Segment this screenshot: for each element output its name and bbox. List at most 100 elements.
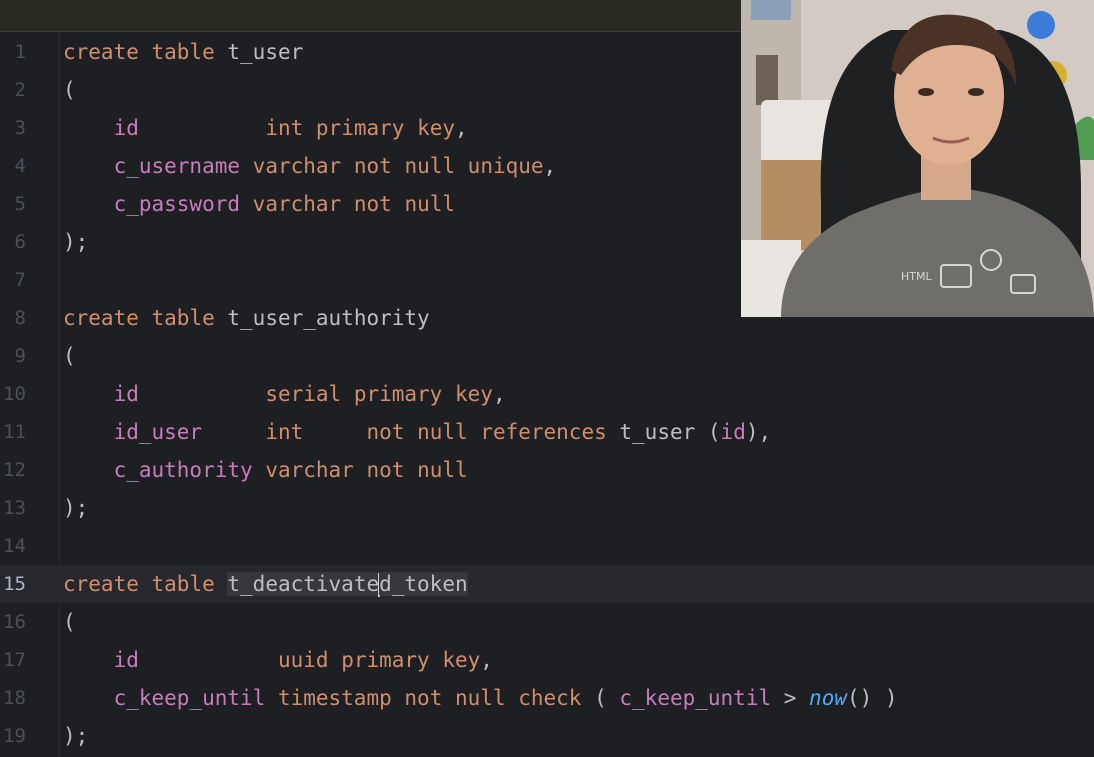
code-line[interactable]: 10 id serial primary key,	[0, 375, 1094, 413]
line-number: 17	[3, 649, 26, 671]
code-token: id_user	[113, 420, 203, 444]
code-line[interactable]: 15 create table t_deactivated_token	[0, 565, 1094, 603]
code-token: t_user	[227, 40, 304, 64]
code-token: int	[265, 420, 304, 444]
code-token: c_keep_until	[619, 686, 772, 710]
code-text[interactable]: c_username varchar not null unique,	[63, 147, 557, 185]
code-text[interactable]: (	[63, 71, 76, 109]
code-token: table	[151, 572, 215, 596]
code-text[interactable]: c_password varchar not null	[63, 185, 455, 223]
line-number: 14	[3, 535, 26, 557]
code-token: () )	[846, 686, 898, 710]
code-token: key	[417, 116, 456, 140]
code-token: c_password	[113, 192, 241, 216]
code-token: primary	[341, 648, 430, 672]
code-token: create	[63, 572, 139, 596]
code-token: not	[353, 192, 392, 216]
line-number: 5	[14, 193, 26, 215]
code-text[interactable]: id_user int not null references t_user (…	[63, 413, 772, 451]
line-number: 12	[3, 459, 26, 481]
code-token: timestamp	[277, 686, 392, 710]
code-line[interactable]: 9(	[0, 337, 1094, 375]
code-line[interactable]: 16 (	[0, 603, 1094, 641]
code-token: not	[353, 154, 392, 178]
code-token: id	[113, 382, 139, 406]
code-token: );	[63, 230, 89, 254]
code-token: );	[63, 724, 89, 748]
line-number: 18	[3, 687, 26, 709]
line-number: 6	[14, 231, 26, 253]
line-number: 3	[14, 117, 26, 139]
code-token: unique	[467, 154, 544, 178]
code-token: key	[455, 382, 493, 406]
line-number: 19	[3, 725, 26, 747]
code-token: id	[720, 420, 746, 444]
code-text[interactable]: create table t_deactivated_token	[63, 565, 468, 603]
code-text[interactable]: id int primary key,	[63, 109, 468, 147]
code-token: (	[581, 686, 620, 710]
line-number: 10	[3, 383, 26, 405]
shirt-print-text: HTML	[901, 270, 932, 283]
code-token: null	[404, 154, 456, 178]
code-text[interactable]: c_keep_until timestamp not null check ( …	[63, 679, 898, 717]
code-token: varchar	[265, 458, 354, 482]
code-text[interactable]: c_authority varchar not null	[63, 451, 468, 489]
code-text[interactable]: );	[63, 223, 88, 261]
code-text[interactable]: (	[63, 603, 76, 641]
code-text[interactable]: (	[63, 337, 76, 375]
code-text[interactable]: create table t_user_authority	[63, 299, 430, 337]
code-token: (	[63, 610, 76, 634]
code-text[interactable]: id serial primary key,	[63, 375, 506, 413]
code-token: create	[63, 306, 139, 330]
code-token: ,	[455, 116, 468, 140]
presenter-video-image: HTML	[741, 0, 1094, 317]
code-token: ,	[492, 382, 506, 406]
line-number: 16	[3, 611, 26, 633]
code-line[interactable]: 12 c_authority varchar not null	[0, 451, 1094, 489]
line-number: 4	[14, 155, 26, 177]
code-token: uuid	[277, 648, 329, 672]
code-text[interactable]: );	[63, 489, 88, 527]
code-token: id	[113, 116, 139, 140]
code-line[interactable]: 11 id_user int not null references t_use…	[0, 413, 1094, 451]
code-text[interactable]: );	[63, 717, 88, 755]
code-line[interactable]: 14	[0, 527, 1094, 565]
code-token: check	[518, 686, 582, 710]
code-token: table	[151, 306, 215, 330]
code-token: t_user	[619, 420, 696, 444]
line-number: 13	[3, 497, 26, 519]
code-token: varchar	[252, 192, 342, 216]
code-text[interactable]: create table t_user	[63, 33, 303, 71]
code-token: >	[771, 686, 810, 710]
code-line[interactable]: 17 id uuid primary key,	[0, 641, 1094, 679]
line-number: 2	[14, 79, 26, 101]
code-token: null	[455, 686, 506, 710]
code-token: ,	[543, 154, 557, 178]
code-line[interactable]: 19);	[0, 717, 1094, 755]
code-line[interactable]: 18 c_keep_until timestamp not null check…	[0, 679, 1094, 717]
code-text[interactable]: id uuid primary key,	[63, 641, 493, 679]
code-token: create	[63, 40, 139, 64]
code-token: ),	[745, 420, 772, 444]
code-token: not	[404, 686, 443, 710]
code-line[interactable]: 13);	[0, 489, 1094, 527]
